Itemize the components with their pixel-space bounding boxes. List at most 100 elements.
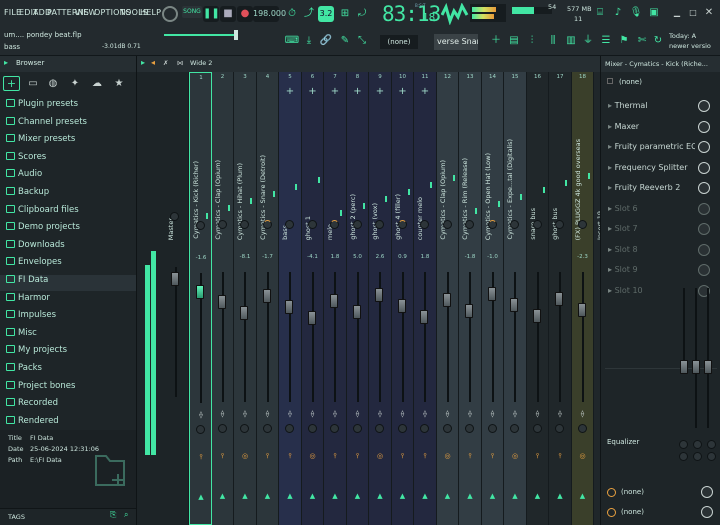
grid-icon[interactable]: ⫶ bbox=[524, 33, 540, 49]
fx-state-icon[interactable]: ◎ bbox=[437, 452, 459, 460]
send-knob[interactable] bbox=[240, 424, 249, 433]
pan-knob[interactable] bbox=[352, 220, 362, 229]
mixer-menu-icon[interactable]: ◂ bbox=[151, 58, 155, 67]
brush-icon[interactable]: ⤡ bbox=[354, 33, 370, 49]
browser-item[interactable]: Harmor bbox=[6, 292, 50, 309]
blend-icon[interactable]: ⊞ bbox=[337, 6, 353, 22]
add-pattern-icon[interactable]: ＋ bbox=[488, 33, 504, 49]
pan-knob[interactable] bbox=[285, 220, 294, 229]
send-knob[interactable] bbox=[196, 425, 205, 434]
fx-state-icon[interactable]: ⫯ bbox=[549, 452, 571, 461]
tempo-tap-icon[interactable]: ⚑ bbox=[616, 33, 632, 49]
volume-fader[interactable] bbox=[330, 294, 338, 308]
slot-mix-knob[interactable] bbox=[698, 264, 710, 276]
stereo-separation-icon[interactable]: ⟠ bbox=[234, 410, 256, 418]
route-arrow-icon[interactable]: ▲ bbox=[347, 492, 369, 500]
browser-item[interactable]: Envelopes bbox=[6, 257, 62, 273]
pan-knob[interactable] bbox=[217, 220, 227, 229]
browser-icon[interactable]: ☰ bbox=[598, 33, 614, 49]
slot-mix-knob[interactable] bbox=[698, 120, 710, 133]
stereo-separation-icon[interactable]: ⟠ bbox=[504, 410, 526, 418]
volume-fader[interactable] bbox=[217, 295, 226, 309]
slot-mix-knob[interactable] bbox=[698, 202, 710, 215]
folder-icon[interactable]: ▭ bbox=[25, 76, 41, 92]
stereo-separation-icon[interactable]: ⟠ bbox=[347, 410, 369, 418]
slot-mix-knob[interactable] bbox=[698, 243, 710, 256]
route-arrow-icon[interactable]: ▲ bbox=[234, 492, 256, 500]
current-project-icon[interactable]: ✦ bbox=[67, 76, 83, 92]
volume-fader[interactable] bbox=[487, 287, 496, 301]
add-insert-icon[interactable]: + bbox=[279, 86, 301, 97]
browser-item[interactable]: Audio bbox=[6, 169, 42, 185]
plug-icon[interactable]: ⏚ bbox=[580, 33, 596, 49]
stereo-separation-icon[interactable]: ⟠ bbox=[459, 410, 481, 418]
pan-knob[interactable] bbox=[465, 220, 474, 229]
pan-knob[interactable] bbox=[487, 220, 497, 229]
add-insert-icon[interactable]: + bbox=[369, 86, 391, 97]
fx-state-icon[interactable]: ⫯ bbox=[324, 452, 346, 461]
send-knob[interactable] bbox=[510, 424, 519, 433]
effect-slot[interactable]: ▸ Slot 7 bbox=[608, 221, 695, 237]
microphone-icon[interactable]: 🎙 bbox=[628, 5, 644, 21]
pan-knob[interactable] bbox=[420, 220, 429, 229]
volume-fader[interactable] bbox=[285, 300, 293, 314]
browser-item[interactable]: Clipboard files bbox=[6, 204, 79, 221]
fx-state-icon[interactable]: ⫯ bbox=[527, 452, 549, 461]
slot-mix-knob[interactable] bbox=[698, 182, 710, 194]
stereo-separation-icon[interactable]: ⟠ bbox=[549, 410, 571, 418]
insert-strip[interactable]: 14 Cymatics - Open Hat (Low) -1.0 ⟠ ⫯ ▲ bbox=[481, 72, 504, 525]
eq-band-3-slider[interactable] bbox=[704, 360, 712, 374]
channel-icon[interactable]: ▤ bbox=[506, 33, 522, 49]
plugin-icon[interactable]: ▣ bbox=[646, 5, 662, 21]
stereo-separation-icon[interactable]: ⟠ bbox=[302, 410, 324, 418]
volume-fader[interactable] bbox=[397, 299, 406, 313]
send-knob[interactable] bbox=[487, 424, 497, 433]
fx-state-icon[interactable]: ⫯ bbox=[347, 452, 369, 461]
stereo-separation-icon[interactable]: ⟠ bbox=[414, 410, 436, 418]
eq-knob-6[interactable] bbox=[707, 452, 716, 461]
volume-fader[interactable] bbox=[196, 285, 204, 299]
fx-state-icon[interactable]: ⫯ bbox=[190, 453, 212, 462]
input-dropdown-icon[interactable] bbox=[607, 78, 613, 84]
stereo-separation-icon[interactable]: ⟠ bbox=[257, 410, 279, 418]
pan-knob[interactable] bbox=[442, 220, 452, 229]
stereo-separation-icon[interactable]: ⟠ bbox=[482, 410, 504, 418]
pattern-select[interactable]: verse Snare bbox=[434, 34, 478, 50]
browser-item[interactable]: Project bones bbox=[6, 380, 75, 397]
browser-item[interactable]: Channel presets bbox=[6, 116, 87, 133]
mixer-icon[interactable]: ⫼ bbox=[545, 33, 561, 49]
countdown-icon[interactable]: 3.2 bbox=[318, 6, 334, 22]
effect-slot[interactable]: ▸ Thermal bbox=[608, 98, 695, 114]
volume-fader[interactable] bbox=[262, 289, 271, 303]
browser-item[interactable]: Misc bbox=[6, 327, 37, 344]
send-knob[interactable] bbox=[375, 424, 384, 433]
fx-state-icon[interactable]: ◎ bbox=[572, 452, 594, 460]
master-volume-knob[interactable] bbox=[162, 6, 178, 22]
insert-strip[interactable]: 13 Cymatics - Rim (Release) -1.8 ⟠ ⫯ ▲ bbox=[459, 72, 482, 525]
tag-icon[interactable]: ⎘ bbox=[110, 510, 116, 520]
browser-item[interactable]: Impulses bbox=[6, 310, 56, 326]
output-2-select[interactable]: (none) bbox=[621, 508, 644, 516]
master-pitch-slider[interactable] bbox=[164, 30, 238, 40]
pan-knob[interactable] bbox=[375, 220, 384, 229]
route-arrow-icon[interactable]: ▲ bbox=[504, 492, 526, 500]
volume-fader[interactable] bbox=[352, 305, 361, 319]
send-knob[interactable] bbox=[442, 424, 452, 433]
pan-knob[interactable] bbox=[397, 220, 407, 229]
route-arrow-icon[interactable]: ▲ bbox=[549, 492, 571, 500]
send-knob[interactable] bbox=[555, 424, 564, 433]
insert-strip[interactable]: 2 Cymatics - Clap (Opium) ⟠ ⫯ ▲ bbox=[211, 72, 234, 525]
volume-fader[interactable] bbox=[555, 292, 563, 306]
snap-icon[interactable]: ⤓ bbox=[301, 33, 317, 49]
route-arrow-icon[interactable]: ▲ bbox=[257, 492, 279, 500]
browser-item[interactable]: Mixer presets bbox=[6, 134, 75, 150]
stereo-separation-icon[interactable]: ⟠ bbox=[527, 410, 549, 418]
insert-strip[interactable]: 4 Cymatics - Snare (Detroit) -1.7 ⟠ ⫯ ▲ bbox=[256, 72, 279, 525]
volume-fader[interactable] bbox=[307, 311, 316, 325]
send-knob[interactable] bbox=[285, 424, 294, 433]
send-knob[interactable] bbox=[330, 424, 339, 433]
fx-state-icon[interactable]: ◎ bbox=[369, 452, 391, 460]
effect-slot[interactable]: ▸ Slot 6 bbox=[608, 201, 695, 217]
effect-slot[interactable]: ▸ Fruity parametric EQ 2 bbox=[608, 139, 695, 155]
stereo-separation-icon[interactable]: ⟠ bbox=[572, 410, 594, 418]
